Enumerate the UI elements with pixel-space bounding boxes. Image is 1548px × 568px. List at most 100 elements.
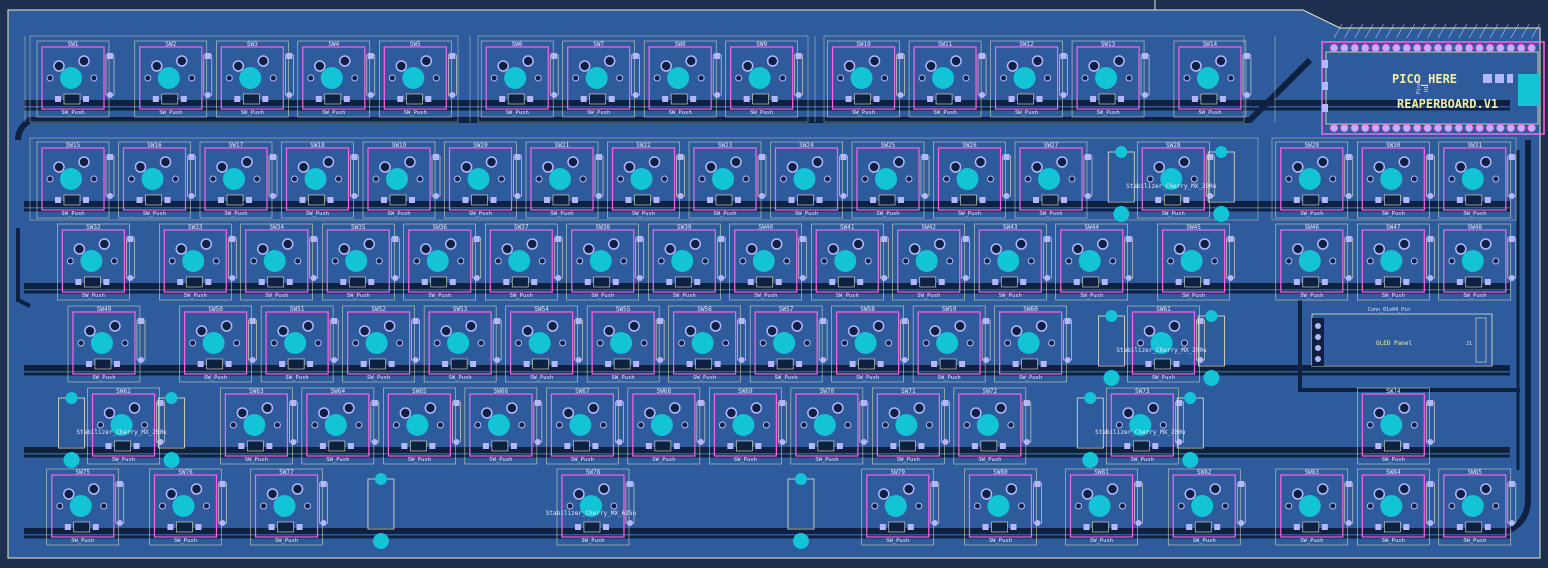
switch-pin xyxy=(881,421,889,429)
pico-pin-top xyxy=(1413,43,1422,53)
switch-pin xyxy=(697,74,705,82)
switch-pin xyxy=(103,407,116,419)
switch-ref-label: SW76 xyxy=(178,469,193,476)
diode-pad xyxy=(425,96,432,102)
switch-pin xyxy=(297,161,310,173)
side-diode-pad xyxy=(116,481,123,487)
switch-center-hole xyxy=(650,414,673,436)
diode-pad xyxy=(258,279,265,285)
switch-pin xyxy=(608,238,620,250)
switch-pin xyxy=(779,74,787,82)
side-diode-pad xyxy=(860,400,867,406)
diode-body xyxy=(507,93,525,105)
switch-pin xyxy=(518,421,526,429)
switch-pin xyxy=(573,488,585,500)
switch-pin xyxy=(250,257,258,265)
side-diode-pad xyxy=(127,236,134,242)
switch-value-label: SW_Push xyxy=(347,293,370,299)
side-diode-pad xyxy=(1345,236,1352,242)
diode-body xyxy=(695,358,712,370)
switch-pin xyxy=(302,320,314,332)
switch-pin xyxy=(1292,243,1304,255)
switch-value-label: SW_Push xyxy=(174,538,197,544)
switch-pin xyxy=(1044,74,1052,82)
diode-pad xyxy=(286,279,293,285)
diode-pad xyxy=(180,96,187,102)
switch-pin xyxy=(1455,161,1467,173)
switch-ref-label: SW55 xyxy=(616,306,631,313)
switch-pin xyxy=(640,339,648,347)
diode-body xyxy=(328,440,346,452)
switch-pin xyxy=(109,320,121,332)
diode-pad xyxy=(1010,524,1017,530)
diode-pad xyxy=(503,279,510,285)
switch-pin xyxy=(1190,60,1202,72)
switch-pin xyxy=(413,257,421,265)
switch-pin xyxy=(1448,257,1456,265)
switch-center-hole xyxy=(1380,168,1403,190)
diode-body xyxy=(634,194,651,206)
diode-pad xyxy=(910,279,917,285)
switch-pin xyxy=(225,74,233,82)
switch-pin xyxy=(576,257,584,265)
switch-pin xyxy=(172,175,179,183)
diode-pad xyxy=(992,279,999,285)
switch-pin xyxy=(481,407,493,419)
switch-ref-label: SW17 xyxy=(229,142,244,149)
switch-center-hole xyxy=(585,67,608,89)
side-diode-pad xyxy=(1034,481,1041,487)
switch-center-hole xyxy=(932,67,955,89)
pico-pin-top xyxy=(1361,43,1370,53)
side-diode-pad xyxy=(897,92,904,98)
switch-value-label: SW_Push xyxy=(1300,211,1323,217)
switch-pin xyxy=(587,402,600,414)
switch-ref-label: SW2 xyxy=(165,41,176,48)
diode-body xyxy=(277,521,294,533)
switch-pin xyxy=(90,175,98,183)
switch-center-hole xyxy=(467,168,490,190)
stabilizer-hole xyxy=(1115,146,1128,158)
switch-pin xyxy=(257,55,270,67)
switch-pin xyxy=(881,74,889,82)
diode-pad xyxy=(788,197,795,203)
switch-pin xyxy=(257,243,269,255)
switch-center-hole xyxy=(748,67,771,89)
side-diode-pad xyxy=(219,481,226,487)
switch-value-label: SW_Push xyxy=(550,211,573,217)
switch-value-label: SW_Push xyxy=(958,211,981,217)
side-diode-pad xyxy=(795,53,802,59)
side-diode-pad xyxy=(922,193,928,199)
side-diode-pad xyxy=(942,400,949,406)
switch-value-label: SW_Push xyxy=(184,293,207,299)
switch-ref-label: SW6 xyxy=(512,41,523,48)
switch-pin xyxy=(1366,421,1374,429)
pico-usb-pad xyxy=(1518,74,1540,106)
switch-pin xyxy=(974,156,987,168)
diode-body xyxy=(980,440,998,452)
switch-pin xyxy=(1366,502,1374,510)
side-diode-pad xyxy=(636,236,643,242)
pcb-layout-canvas[interactable]: SW1 SW_Push SW2 SW_Push SW3 SW_Push SW4 SW_Push… xyxy=(0,0,1548,568)
pico-pin-bottom xyxy=(1423,123,1432,133)
side-diode-pad xyxy=(1003,193,1010,199)
switch-ref-label: SW16 xyxy=(147,142,162,149)
switch-ref-label: SW85 xyxy=(1468,469,1483,476)
side-diode-pad xyxy=(107,193,113,199)
diode-body xyxy=(287,358,305,370)
side-diode-pad xyxy=(657,357,664,363)
diode-pad xyxy=(397,96,404,102)
side-diode-pad xyxy=(881,275,888,281)
switch-ref-label: SW48 xyxy=(1468,224,1483,231)
switch-pin xyxy=(232,60,245,72)
pico-here-label: PICO_HERE xyxy=(1392,72,1457,87)
side-diode-pad xyxy=(1085,154,1091,160)
diode-pad xyxy=(564,443,571,449)
switch-value-label: SW_Push xyxy=(408,457,431,463)
switch-value-label: SW_Push xyxy=(856,375,879,381)
side-diode-pad xyxy=(1508,193,1515,199)
switch-pin xyxy=(335,175,342,183)
diode-pad xyxy=(1101,279,1108,285)
switch-pin xyxy=(521,325,534,337)
switch-pin xyxy=(304,502,312,510)
diode-body xyxy=(854,93,871,105)
